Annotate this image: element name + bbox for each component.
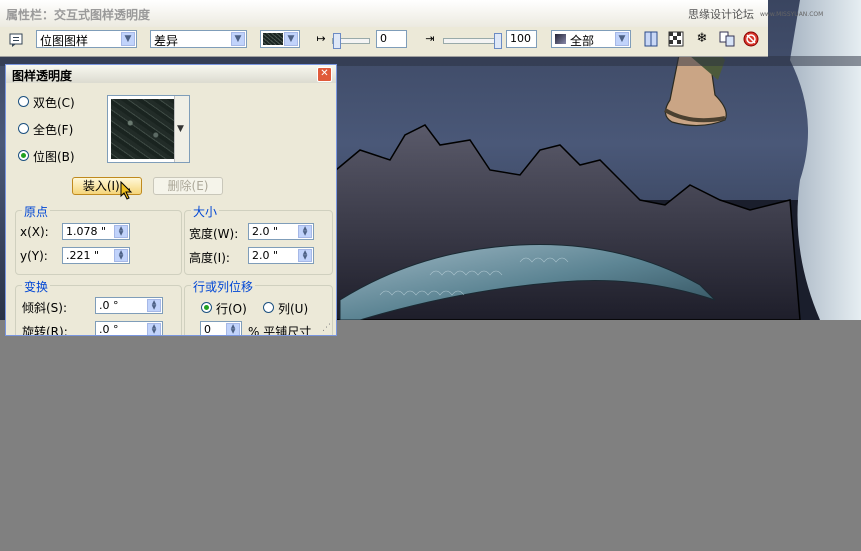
origin-x-label: x(X): (20, 225, 49, 239)
merge-mode-select[interactable]: 差异 ▼ (150, 30, 247, 48)
size-width-value: 2.0 " (252, 225, 279, 238)
pattern-preview-picker[interactable]: ▼ (107, 95, 190, 163)
chevron-down-icon: ▼ (121, 32, 135, 46)
freeze-icon[interactable] (642, 30, 660, 48)
watermark-text: 思缘设计论坛 (688, 8, 754, 21)
spinner-arrows-icon[interactable]: ▲ ▼ (114, 225, 128, 238)
delete-button[interactable]: 删除(E) (153, 177, 223, 195)
dialog-title: 图样透明度 (12, 69, 73, 83)
origin-y-label: y(Y): (20, 249, 48, 263)
watermark-url: www.MISSYUAN.COM (760, 11, 824, 18)
spinner-arrows-icon[interactable]: ▲ ▼ (298, 249, 312, 262)
origin-y-value: .221 " (66, 249, 100, 262)
rotate-input[interactable]: .0 ° ▲ ▼ (95, 321, 163, 336)
transparency-target-select[interactable]: 全部 ▼ (551, 30, 631, 48)
end-transparency-icon: ⇥ (425, 32, 435, 45)
chevron-down-icon: ▼ (177, 124, 184, 134)
offset-group-title: 行或列位移 (191, 278, 256, 295)
slider-thumb[interactable] (494, 33, 502, 49)
rotate-label: 旋转(R): (22, 325, 68, 336)
start-transparency-slider[interactable] (332, 33, 370, 49)
origin-x-input[interactable]: 1.078 " ▲ ▼ (62, 223, 130, 240)
skew-input[interactable]: .0 ° ▲ ▼ (95, 297, 163, 314)
skew-value: .0 ° (99, 299, 119, 312)
origin-group-title: 原点 (22, 203, 51, 220)
size-height-value: 2.0 " (252, 249, 279, 262)
spinner-arrows-icon[interactable]: ▲ ▼ (298, 225, 312, 238)
radio-two-color[interactable] (18, 96, 29, 107)
pattern-preview-texture (111, 99, 175, 159)
property-bar-title: 属性栏：交互式图样透明度 (6, 8, 151, 22)
resize-grip-icon[interactable]: ⋰ (322, 323, 331, 333)
pattern-transparency-dialog: 图样透明度 ✕ 双色(C) 全色(F) 位图(B) ▼ 装入(I)... 删除(… (5, 64, 337, 336)
pattern-swatch (263, 33, 283, 45)
rotate-value: .0 ° (99, 323, 119, 336)
spinner-arrows-icon[interactable]: ▲ ▼ (114, 249, 128, 262)
property-bar: 属性栏：交互式图样透明度 思缘设计论坛 www.MISSYUAN.COM 位图图… (0, 0, 823, 57)
radio-full-color[interactable] (18, 123, 29, 134)
snowflake-freeze-icon[interactable]: ❄ (693, 30, 711, 48)
chevron-down-icon: ▼ (615, 32, 629, 46)
mirror-tiles-icon[interactable] (667, 30, 685, 48)
pattern-type-select[interactable]: 位图图样 ▼ (36, 30, 137, 48)
end-transparency-slider[interactable] (443, 33, 502, 49)
size-height-label: 高度(I): (189, 251, 230, 265)
end-transparency-input[interactable]: 100 (506, 30, 537, 48)
radio-bitmap-label: 位图(B) (33, 150, 75, 164)
copy-transparency-icon[interactable] (718, 30, 736, 48)
origin-x-value: 1.078 " (66, 225, 107, 238)
pattern-swatch-select[interactable]: ▼ (260, 30, 300, 48)
transparency-target-value: 全部 (570, 34, 595, 48)
target-all-icon (555, 34, 566, 44)
offset-value: 0 (204, 323, 211, 336)
transparency-edit-icon[interactable] (8, 30, 26, 48)
radio-full-color-label: 全色(F) (33, 123, 74, 137)
radio-row-offset[interactable] (201, 302, 212, 313)
size-height-input[interactable]: 2.0 " ▲ ▼ (248, 247, 314, 264)
merge-mode-value: 差异 (154, 34, 179, 48)
size-group-title: 大小 (191, 203, 220, 220)
slider-thumb[interactable] (333, 33, 341, 49)
pattern-picker-dropdown[interactable]: ▼ (174, 96, 189, 162)
skew-label: 倾斜(S): (22, 301, 68, 315)
start-transparency-input[interactable]: 0 (376, 30, 407, 48)
chevron-down-icon: ▼ (284, 32, 298, 46)
pattern-type-value: 位图图样 (40, 34, 89, 48)
origin-group: 原点 (15, 203, 182, 275)
clear-transparency-icon[interactable] (742, 30, 760, 48)
radio-bitmap[interactable] (18, 150, 29, 161)
spinner-arrows-icon[interactable]: ▲ ▼ (147, 323, 161, 335)
radio-column-offset-label: 列(U) (278, 302, 309, 316)
close-icon[interactable]: ✕ (317, 67, 332, 82)
radio-column-offset[interactable] (263, 302, 274, 313)
empty-workspace (0, 320, 861, 551)
start-transparency-icon: ↦ (316, 32, 326, 45)
offset-unit-label: % 平铺尺寸 (248, 325, 312, 336)
radio-two-color-label: 双色(C) (33, 96, 75, 110)
spinner-arrows-icon[interactable]: ▲ ▼ (147, 299, 161, 312)
radio-row-offset-label: 行(O) (216, 302, 247, 316)
size-width-label: 宽度(W): (189, 227, 239, 241)
offset-input[interactable]: 0 ▲ ▼ (200, 321, 242, 336)
chevron-down-icon: ▼ (231, 32, 245, 46)
origin-y-input[interactable]: .221 " ▲ ▼ (62, 247, 130, 264)
mouse-cursor-icon (120, 180, 134, 204)
transform-group-title: 变换 (22, 278, 51, 295)
spinner-arrows-icon[interactable]: ▲ ▼ (226, 323, 240, 335)
size-width-input[interactable]: 2.0 " ▲ ▼ (248, 223, 314, 240)
